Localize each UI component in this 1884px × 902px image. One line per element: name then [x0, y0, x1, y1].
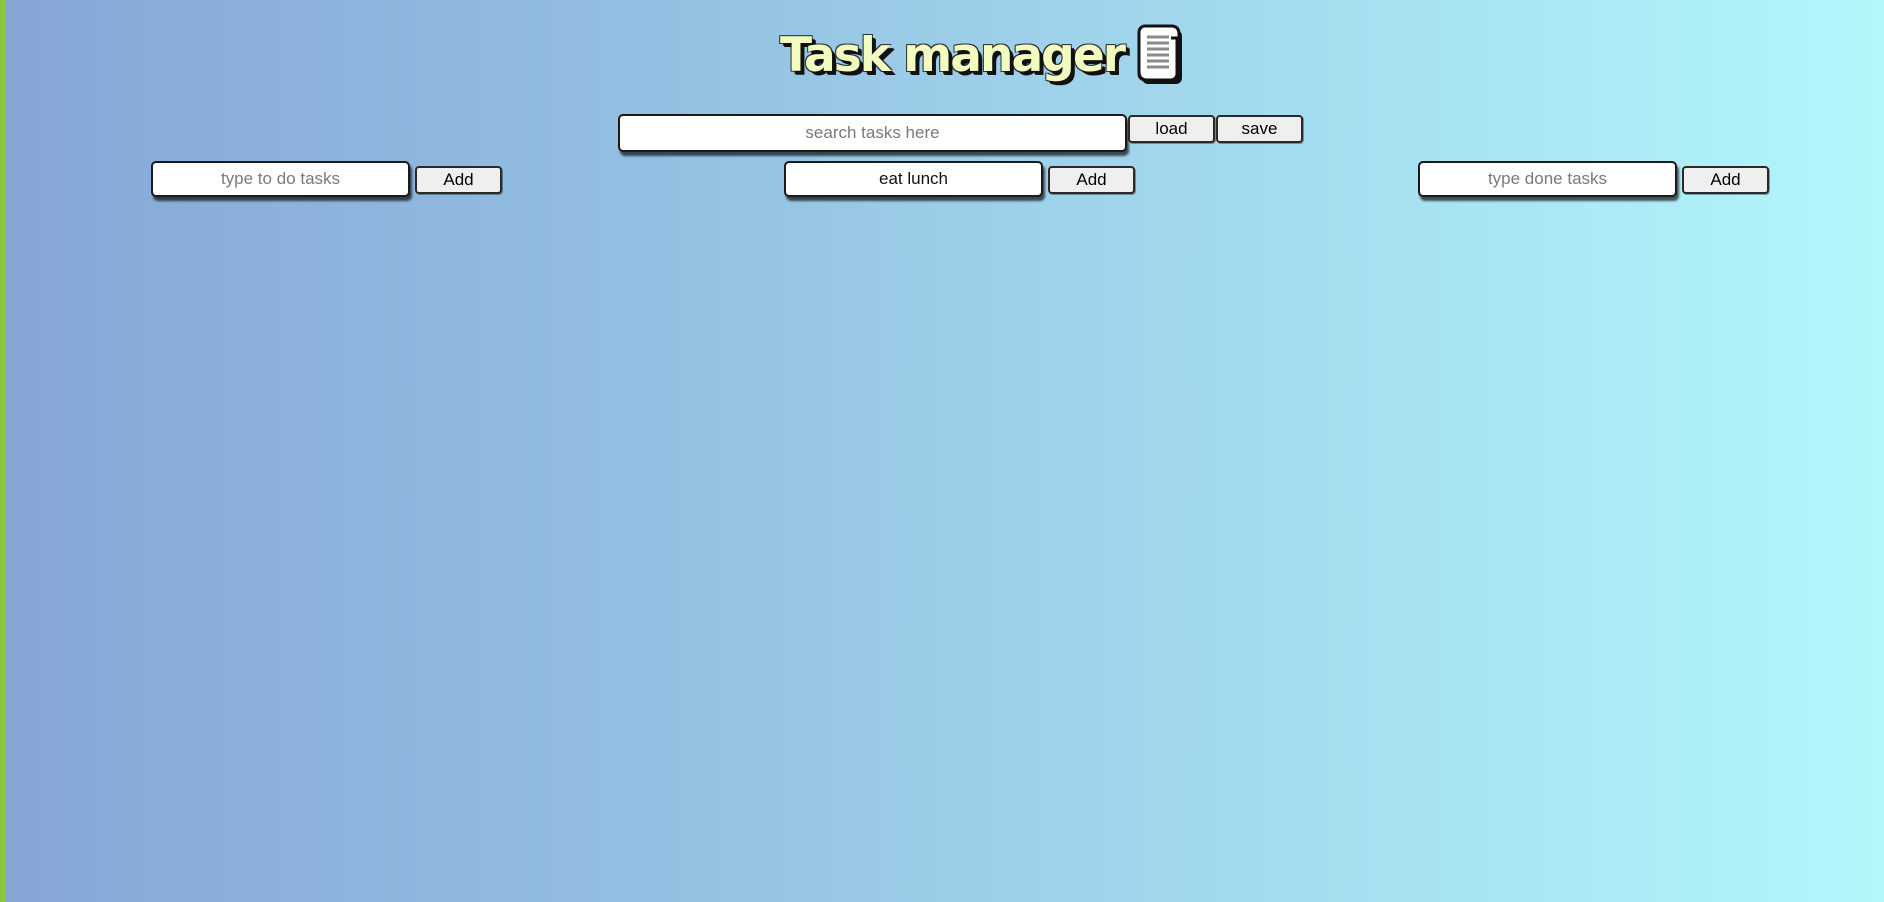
todo-task-input[interactable] — [151, 161, 410, 197]
search-input[interactable] — [618, 114, 1127, 152]
left-accent-stripe — [0, 0, 6, 902]
save-button[interactable]: save — [1216, 115, 1303, 143]
app-header: Task manager — [780, 20, 1186, 90]
load-button[interactable]: load — [1128, 115, 1215, 143]
app-title: Task manager — [780, 27, 1126, 83]
done-task-input[interactable] — [1418, 161, 1677, 197]
doing-task-input[interactable] — [784, 161, 1043, 197]
add-doing-button[interactable]: Add — [1048, 166, 1135, 194]
scroll-icon — [1136, 24, 1186, 86]
add-todo-button[interactable]: Add — [415, 166, 502, 194]
add-done-button[interactable]: Add — [1682, 166, 1769, 194]
